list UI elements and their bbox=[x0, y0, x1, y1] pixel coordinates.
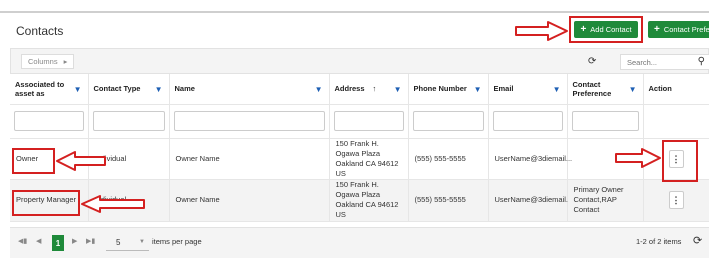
filter-input-contact-type[interactable] bbox=[92, 111, 165, 131]
kebab-menu-icon[interactable]: ⋮ bbox=[668, 191, 684, 210]
cell-phone: (555) 555-5555 bbox=[408, 179, 489, 222]
cell-name: Owner Name bbox=[169, 179, 330, 222]
annotation-arrow-owner bbox=[56, 151, 106, 171]
cell-email: UserName@3diemail... bbox=[488, 138, 572, 180]
last-page-icon[interactable]: ▶▮ bbox=[86, 237, 95, 245]
header-email[interactable]: Email ▼ bbox=[488, 74, 568, 105]
filter-input-email[interactable] bbox=[492, 111, 563, 131]
filter-input-phone[interactable] bbox=[412, 111, 484, 131]
header-address[interactable]: Address ↑ ▼ bbox=[329, 74, 409, 105]
cell-action: ⋮ bbox=[643, 179, 709, 222]
pager: ◀▮ ◀ 1 ▶ ▶▮ 5 ▼ items per page 1-2 of 2 … bbox=[10, 227, 709, 258]
filter-icon[interactable]: ▼ bbox=[629, 85, 637, 94]
contact-preferences-label: Contact Preferences bbox=[663, 25, 709, 34]
table-row[interactable]: Owner Individual Owner Name 150 Frank H.… bbox=[10, 138, 709, 180]
filter-input-associated[interactable] bbox=[14, 111, 84, 131]
cell-associated: Property Manager bbox=[10, 179, 89, 222]
annotation-arrow-add-contact bbox=[515, 21, 568, 41]
chevron-down-icon: ▼ bbox=[139, 239, 145, 245]
search-box: ⚲ bbox=[620, 54, 709, 70]
filter-input-address[interactable] bbox=[333, 111, 404, 131]
cell-email: UserName@3diemail... bbox=[488, 179, 572, 222]
plus-icon: + bbox=[580, 23, 587, 35]
annotation-arrow-action bbox=[615, 148, 661, 168]
filter-input-preference[interactable] bbox=[571, 111, 639, 131]
add-contact-label: Add Contact bbox=[590, 25, 632, 34]
cell-address: 150 Frank H. Ogawa Plaza Oakland CA 9461… bbox=[329, 179, 409, 222]
filter-input-name[interactable] bbox=[173, 111, 325, 131]
filter-icon[interactable]: ▼ bbox=[315, 85, 323, 94]
page-title: Contacts bbox=[16, 24, 64, 38]
filter-icon[interactable]: ▼ bbox=[553, 85, 561, 94]
items-count: 1-2 of 2 items bbox=[636, 237, 682, 246]
first-page-icon[interactable]: ◀▮ bbox=[18, 237, 27, 245]
cell-name: Owner Name bbox=[169, 138, 330, 180]
search-input[interactable] bbox=[621, 55, 691, 69]
header-phone[interactable]: Phone Number ▼ bbox=[408, 74, 489, 105]
kebab-menu-icon[interactable]: ⋮ bbox=[668, 149, 684, 168]
cell-preference: Primary Owner Contact,RAP Contact bbox=[567, 179, 644, 222]
annotation-arrow-property-manager bbox=[81, 195, 145, 213]
top-divider bbox=[0, 11, 709, 13]
cell-phone: (555) 555-5555 bbox=[408, 138, 489, 180]
page-size-select[interactable]: 5 ▼ bbox=[106, 234, 149, 251]
next-page-icon[interactable]: ▶ bbox=[72, 237, 77, 245]
search-icon[interactable]: ⚲ bbox=[698, 56, 705, 67]
header-preference[interactable]: Contact Preference ▼ bbox=[567, 74, 644, 105]
filter-icon[interactable]: ▼ bbox=[474, 85, 482, 94]
contact-preferences-button[interactable]: + Contact Preferences bbox=[648, 21, 709, 38]
refresh-icon[interactable]: ⟳ bbox=[693, 234, 702, 247]
grid-toolbar: Columns ▸ ⟳ ⚲ bbox=[10, 48, 709, 74]
prev-page-icon[interactable]: ◀ bbox=[36, 237, 41, 245]
caret-right-icon: ▸ bbox=[63, 57, 68, 66]
page-size-value: 5 bbox=[116, 237, 121, 247]
refresh-icon[interactable]: ⟳ bbox=[588, 56, 596, 67]
per-page-label: items per page bbox=[152, 237, 202, 246]
filter-icon[interactable]: ▼ bbox=[394, 85, 402, 94]
header-associated[interactable]: Associated to asset as ▼ bbox=[10, 74, 89, 105]
header-name[interactable]: Name ▼ bbox=[169, 74, 330, 105]
filter-icon[interactable]: ▼ bbox=[155, 85, 163, 94]
plus-icon: + bbox=[654, 23, 660, 35]
columns-button[interactable]: Columns ▸ bbox=[21, 54, 75, 69]
sort-up-icon: ↑ bbox=[372, 84, 377, 94]
add-contact-button[interactable]: + Add Contact bbox=[574, 21, 638, 38]
columns-label: Columns bbox=[28, 57, 58, 66]
current-page-button[interactable]: 1 bbox=[52, 235, 64, 251]
header-contact-type[interactable]: Contact Type ▼ bbox=[88, 74, 170, 105]
filter-row bbox=[10, 104, 709, 139]
filter-icon[interactable]: ▼ bbox=[74, 85, 82, 94]
header-action: Action bbox=[643, 74, 709, 105]
cell-address: 150 Frank H. Ogawa Plaza Oakland CA 9461… bbox=[329, 138, 409, 180]
